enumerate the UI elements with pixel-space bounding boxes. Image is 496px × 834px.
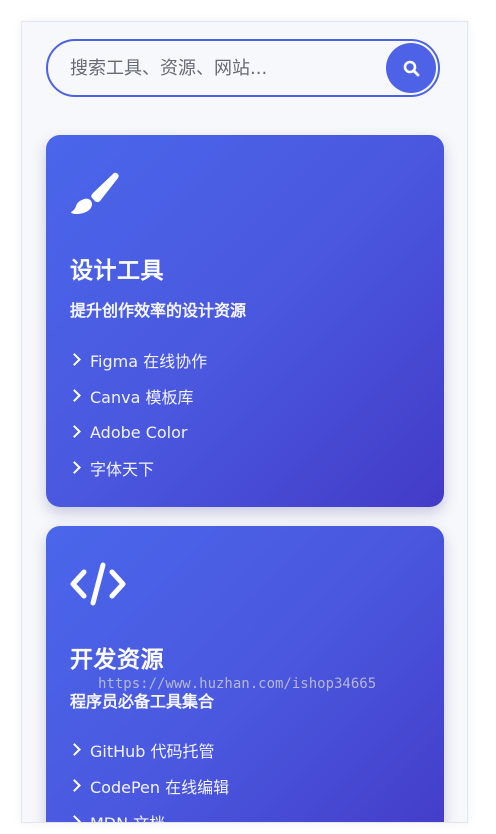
link-label: CodePen 在线编辑 <box>90 778 230 797</box>
link-canva[interactable]: Canva 模板库 <box>68 378 207 414</box>
chevron-right-icon <box>68 814 81 822</box>
chevron-right-icon <box>68 352 81 366</box>
link-mdn[interactable]: MDN 文档 <box>68 804 229 822</box>
chevron-right-icon <box>68 424 81 438</box>
link-github[interactable]: GitHub 代码托管 <box>68 732 229 768</box>
link-figma[interactable]: Figma 在线协作 <box>68 342 208 378</box>
link-label: Canva 模板库 <box>90 388 194 407</box>
link-label: GitHub 代码托管 <box>90 742 215 761</box>
chevron-right-icon <box>68 742 81 756</box>
card-dev-resources: 开发资源 程序员必备工具集合 GitHub 代码托管 CodePen 在线编辑 … <box>46 526 444 822</box>
link-fonts[interactable]: 字体天下 <box>68 450 207 486</box>
chevron-right-icon <box>68 460 81 474</box>
search-bar <box>46 39 440 97</box>
link-label: MDN 文档 <box>90 810 165 822</box>
paintbrush-icon <box>70 171 120 223</box>
card-description: 提升创作效率的设计资源 <box>70 301 247 320</box>
link-label: Figma 在线协作 <box>90 352 208 371</box>
chevron-right-icon <box>68 778 81 792</box>
link-list: Figma 在线协作 Canva 模板库 Adobe Color 字体天下 <box>68 342 208 486</box>
link-label: 字体天下 <box>90 460 155 479</box>
link-label: Adobe Color <box>90 422 188 442</box>
code-icon <box>70 562 126 610</box>
link-codepen[interactable]: CodePen 在线编辑 <box>68 768 230 804</box>
card-title: 开发资源 <box>70 647 164 673</box>
card-description: 程序员必备工具集合 <box>70 692 215 711</box>
link-list: GitHub 代码托管 CodePen 在线编辑 MDN 文档 <box>68 732 230 822</box>
search-button[interactable] <box>386 43 436 93</box>
card-title: 设计工具 <box>70 258 164 284</box>
app-container: 设计工具 提升创作效率的设计资源 Figma 在线协作 Canva 模板库 Ad… <box>21 21 468 823</box>
link-adobe-color[interactable]: Adobe Color <box>68 414 207 450</box>
search-icon <box>403 60 419 76</box>
search-input[interactable] <box>70 41 370 95</box>
card-design-tools: 设计工具 提升创作效率的设计资源 Figma 在线协作 Canva 模板库 Ad… <box>46 135 444 507</box>
chevron-right-icon <box>68 388 81 402</box>
